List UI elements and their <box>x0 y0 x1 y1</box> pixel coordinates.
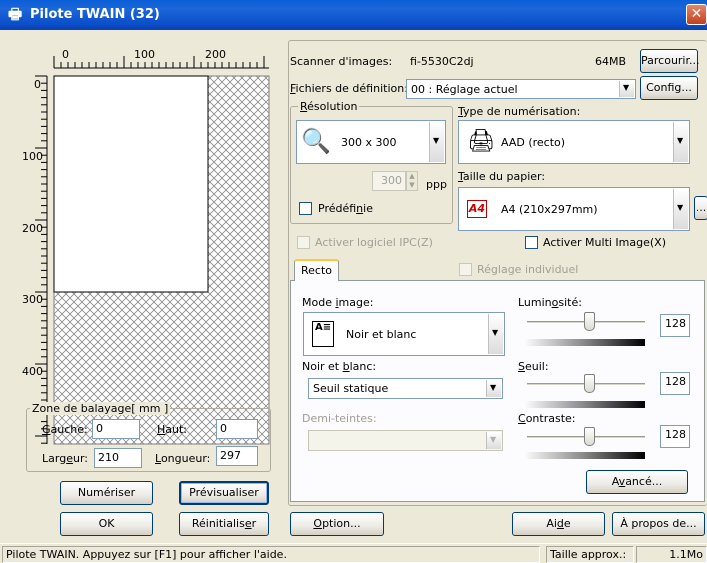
threshold-value[interactable]: 128 <box>660 372 690 395</box>
contrast-slider-thumb[interactable] <box>584 427 595 446</box>
left-ruler-label-200: 200 <box>22 222 43 235</box>
top-ruler-label-100: 100 <box>134 48 155 61</box>
definition-file-label: Fichiers de définition: <box>290 82 408 95</box>
size-value: 1.1Mo <box>636 546 707 563</box>
size-label: Taille approx.: <box>546 546 634 563</box>
chevron-down-icon[interactable]: ▼ <box>488 314 503 354</box>
left-ruler-label-300: 300 <box>22 293 43 306</box>
bw-label: Noir et blanc: <box>302 360 377 373</box>
scan-type-label: Type de numérisation: <box>458 105 581 118</box>
left-ruler-label-0: 0 <box>34 78 41 91</box>
preview-button[interactable]: Prévisualiser <box>179 481 269 505</box>
bw-value: Seuil statique <box>313 382 389 395</box>
close-button[interactable]: ✕ <box>686 4 707 25</box>
brightness-value[interactable]: 128 <box>660 314 690 337</box>
status-bar: Pilote TWAIN. Appuyez sur [F1] pour affi… <box>0 543 707 563</box>
ppp-unit: ppp <box>426 178 447 191</box>
advanced-button[interactable]: Avancé... <box>586 470 688 494</box>
window-title: Pilote TWAIN (32) <box>30 7 160 22</box>
ipc-label: Activer logiciel IPC(Z) <box>315 236 433 249</box>
contrast-gradient <box>523 452 645 459</box>
chevron-down-icon[interactable]: ▼ <box>619 81 634 97</box>
chevron-down-icon[interactable]: ▼ <box>673 122 688 162</box>
image-mode-label: Mode image: <box>302 296 374 309</box>
scan-button[interactable]: Numériser <box>60 481 153 505</box>
close-icon: ✕ <box>690 6 703 22</box>
chevron-down-icon[interactable]: ▼ <box>486 380 501 397</box>
scanner-model: fi-5530C2dj <box>410 55 474 68</box>
config-button[interactable]: Config... <box>640 76 698 100</box>
length-field[interactable]: 297 <box>216 446 258 466</box>
resolution-select[interactable]: 🔍 300 x 300 ▼ <box>296 120 446 164</box>
left-field[interactable]: 0 <box>92 419 140 439</box>
reset-button[interactable]: Réinitialiser <box>179 512 269 536</box>
predefined-label: Prédéfinie <box>318 202 373 215</box>
brightness-label: Luminosité: <box>518 296 582 309</box>
threshold-label: Seuil: <box>518 360 549 373</box>
about-button[interactable]: À propos de... <box>612 512 705 536</box>
image-mode-value: Noir et blanc <box>346 328 417 341</box>
twain-dialog: 🖶 Pilote TWAIN (32) ✕ 0 100 200 0 100 20… <box>0 0 707 563</box>
threshold-slider-thumb[interactable] <box>584 374 595 393</box>
title-bar[interactable]: 🖶 Pilote TWAIN (32) ✕ <box>0 0 707 30</box>
scanner-app-icon: 🖶 <box>8 5 23 23</box>
left-ruler-label-100: 100 <box>22 150 43 163</box>
option-button[interactable]: Option... <box>290 512 384 536</box>
resolution-custom-field: 300 <box>372 171 406 191</box>
brightness-gradient <box>523 339 645 346</box>
scan-area-legend: Zone de balayage[ mm ] <box>30 402 171 415</box>
top-field[interactable]: 0 <box>216 419 258 439</box>
halftone-label: Demi-teintes: <box>302 412 377 425</box>
scan-area-page[interactable] <box>53 75 209 293</box>
resolution-value: 300 x 300 <box>341 136 397 149</box>
status-message: Pilote TWAIN. Appuyez sur [F1] pour affi… <box>2 546 540 563</box>
top-label: Haut: <box>157 423 188 436</box>
width-label: Largeur: <box>42 452 88 465</box>
chevron-down-icon: ▼ <box>486 432 501 449</box>
top-ruler-label-200: 200 <box>205 48 226 61</box>
memory-size: 64MB <box>595 55 627 68</box>
bw-document-icon: A≡ <box>312 321 334 347</box>
help-button[interactable]: Aide <box>512 512 605 536</box>
browse-button[interactable]: Parcourir... <box>640 49 700 73</box>
left-ruler-label-400: 400 <box>22 365 43 378</box>
chevron-down-icon[interactable]: ▼ <box>673 189 688 229</box>
predefined-checkbox[interactable] <box>299 202 312 215</box>
contrast-label: Contraste: <box>518 412 576 425</box>
individual-checkbox <box>459 263 472 276</box>
scan-type-value: AAD (recto) <box>501 136 566 149</box>
paper-size-more-button[interactable]: ... <box>694 196 707 220</box>
image-mode-select[interactable]: A≡ Noir et blanc ▼ <box>303 312 505 356</box>
a4-paper-icon: A4 <box>467 200 487 218</box>
resolution-legend: Résolution <box>298 100 360 113</box>
left-label: Gauche: <box>42 423 88 436</box>
halftone-select: ▼ <box>308 430 503 451</box>
contrast-value[interactable]: 128 <box>660 425 690 448</box>
width-field[interactable]: 210 <box>94 448 142 468</box>
left-ruler <box>35 75 48 444</box>
paper-size-label: Taille du papier: <box>458 170 546 183</box>
scan-type-select[interactable]: 🖨 AAD (recto) ▼ <box>458 120 690 164</box>
paper-size-value: A4 (210x297mm) <box>501 203 598 216</box>
threshold-gradient <box>523 401 645 408</box>
top-ruler <box>53 56 269 69</box>
brightness-slider-thumb[interactable] <box>584 312 595 331</box>
paper-size-select[interactable]: A4 A4 (210x297mm) ▼ <box>458 187 690 231</box>
definition-file-value: 00 : Réglage actuel <box>411 83 518 96</box>
bw-select[interactable]: Seuil statique ▼ <box>308 378 503 399</box>
tab-recto[interactable]: Recto <box>294 259 340 281</box>
magnifier-icon: 🔍 <box>301 127 331 155</box>
multi-image-label: Activer Multi Image(X) <box>543 236 666 249</box>
ipc-checkbox <box>297 236 310 249</box>
length-label: Longueur: <box>155 452 211 465</box>
multi-image-checkbox[interactable] <box>525 236 538 249</box>
ok-button[interactable]: OK <box>60 512 153 536</box>
adf-icon: 🖨 <box>467 129 495 154</box>
chevron-down-icon[interactable]: ▼ <box>429 122 444 162</box>
top-ruler-label-0: 0 <box>62 48 69 61</box>
scanner-label: Scanner d'images: <box>290 55 393 68</box>
individual-label: Réglage individuel <box>477 263 579 276</box>
spin-icon: ▲ ▼ <box>406 171 418 191</box>
definition-file-select[interactable]: 00 : Réglage actuel ▼ <box>406 79 636 99</box>
